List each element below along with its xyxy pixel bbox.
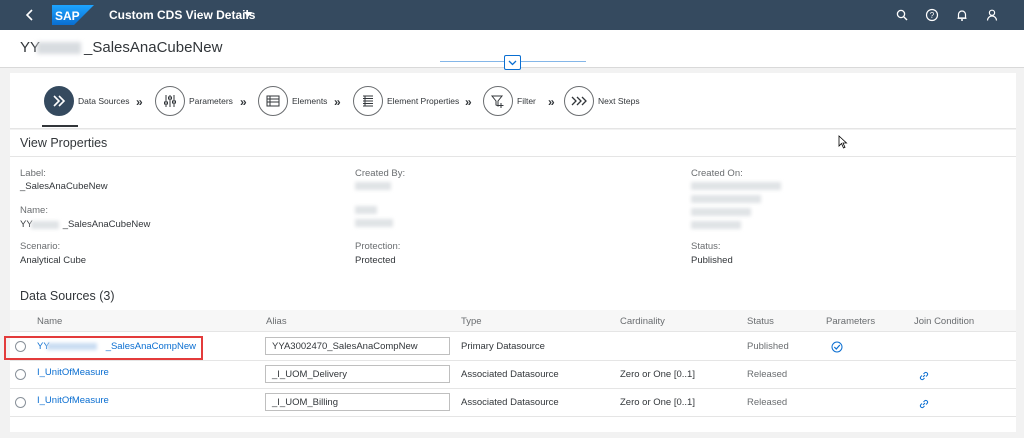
status-cell: Released bbox=[747, 369, 788, 380]
back-icon[interactable] bbox=[22, 7, 38, 23]
type-cell: Associated Datasource bbox=[461, 397, 559, 408]
label-field-value: _SalesAnaCubeNew bbox=[20, 181, 108, 192]
chevron-down-icon bbox=[508, 60, 517, 66]
alias-input[interactable]: _I_UOM_Delivery bbox=[265, 365, 450, 383]
chevron-down-icon[interactable] bbox=[244, 12, 252, 18]
status-cell: Published bbox=[747, 341, 789, 352]
app-title[interactable]: Custom CDS View Details bbox=[109, 8, 255, 22]
step-separator: » bbox=[548, 95, 555, 109]
redacted-text bbox=[691, 208, 751, 216]
search-icon[interactable] bbox=[895, 8, 909, 22]
step-element-properties[interactable]: Element Properties bbox=[353, 85, 459, 117]
protection-value: Protected bbox=[355, 255, 396, 266]
table-row[interactable]: I_UnitOfMeasure _I_UOM_Billing Associate… bbox=[10, 389, 1016, 417]
redacted-text bbox=[37, 42, 81, 54]
row-select-radio[interactable] bbox=[15, 397, 26, 408]
column-header-parameters[interactable]: Parameters bbox=[826, 316, 875, 327]
collapse-header-button[interactable] bbox=[504, 55, 521, 70]
status-label: Status: bbox=[691, 241, 721, 252]
step-label: Data Sources bbox=[78, 96, 130, 106]
status-value: Published bbox=[691, 255, 733, 266]
step-label: Elements bbox=[292, 96, 328, 106]
redacted-text bbox=[691, 195, 761, 203]
column-header-join-condition[interactable]: Join Condition bbox=[914, 316, 974, 327]
scenario-field-label: Scenario: bbox=[20, 241, 61, 252]
table-row[interactable]: I_UnitOfMeasure _I_UOM_Delivery Associat… bbox=[10, 361, 1016, 389]
element-properties-icon bbox=[353, 86, 383, 116]
help-icon[interactable]: ? bbox=[925, 8, 939, 22]
sap-logo[interactable]: SAP bbox=[52, 5, 94, 25]
protection-label: Protection: bbox=[355, 241, 401, 252]
main-panel: View Properties Label: _SalesAnaCubeNew … bbox=[10, 130, 1016, 432]
step-label: Parameters bbox=[189, 96, 233, 106]
column-header-cardinality[interactable]: Cardinality bbox=[620, 316, 665, 327]
step-data-sources[interactable]: Data Sources bbox=[44, 85, 130, 117]
step-label: Next Steps bbox=[598, 96, 640, 106]
filter-icon bbox=[483, 86, 513, 116]
link-icon[interactable] bbox=[918, 398, 930, 410]
column-header-alias[interactable]: Alias bbox=[266, 316, 287, 327]
data-sources-icon bbox=[44, 86, 74, 116]
type-cell: Associated Datasource bbox=[461, 369, 559, 380]
created-by-label: Created By: bbox=[355, 168, 406, 179]
cardinality-cell: Zero or One [0..1] bbox=[620, 397, 695, 408]
view-properties-title: View Properties bbox=[20, 136, 108, 150]
table-row[interactable]: YY _SalesAnaCompNew YYA3002470_SalesAnaCo… bbox=[10, 333, 1016, 361]
active-step-indicator bbox=[42, 125, 78, 127]
alias-input[interactable]: YYA3002470_SalesAnaCompNew bbox=[265, 337, 450, 355]
redacted-text bbox=[31, 221, 59, 229]
shell-bar: SAP Custom CDS View Details ? bbox=[0, 0, 1024, 30]
check-icon bbox=[831, 341, 843, 353]
datasource-name-link[interactable]: I_UnitOfMeasure bbox=[37, 395, 109, 406]
step-separator: » bbox=[465, 95, 472, 109]
mouse-cursor-icon bbox=[838, 135, 848, 149]
column-header-type[interactable]: Type bbox=[461, 316, 482, 327]
step-label: Filter bbox=[517, 96, 536, 106]
row-select-radio[interactable] bbox=[15, 341, 26, 352]
section-divider bbox=[10, 156, 1016, 157]
label-field-label: Label: bbox=[20, 168, 46, 179]
next-steps-icon bbox=[564, 86, 594, 116]
scenario-field-value: Analytical Cube bbox=[20, 255, 87, 266]
row-select-radio[interactable] bbox=[15, 369, 26, 380]
created-on-label: Created On: bbox=[691, 168, 743, 179]
redacted-text bbox=[691, 221, 741, 229]
step-separator: » bbox=[240, 95, 247, 109]
datasource-name-link[interactable]: I_UnitOfMeasure bbox=[37, 367, 109, 378]
cardinality-cell: Zero or One [0..1] bbox=[620, 369, 695, 380]
svg-text:?: ? bbox=[930, 11, 935, 20]
svg-text:SAP: SAP bbox=[55, 9, 80, 23]
user-icon[interactable] bbox=[985, 8, 999, 22]
step-separator: » bbox=[136, 95, 143, 109]
step-parameters[interactable]: Parameters bbox=[155, 85, 233, 117]
redacted-text bbox=[355, 182, 391, 190]
alias-input[interactable]: _I_UOM_Billing bbox=[265, 393, 450, 411]
step-filter[interactable]: Filter bbox=[483, 85, 536, 117]
bell-icon[interactable] bbox=[955, 8, 969, 22]
wizard-steps: Data Sources » Parameters » Elements » E… bbox=[10, 73, 1016, 129]
name-field-label: Name: bbox=[20, 205, 48, 216]
redacted-text bbox=[355, 206, 377, 214]
step-label: Element Properties bbox=[387, 96, 460, 106]
elements-icon bbox=[258, 86, 288, 116]
column-header-name[interactable]: Name bbox=[37, 316, 62, 327]
table-header: Name Alias Type Cardinality Status Param… bbox=[10, 310, 1016, 332]
redacted-text bbox=[355, 219, 393, 227]
step-next-steps[interactable]: Next Steps bbox=[564, 85, 640, 117]
data-sources-title: Data Sources (3) bbox=[20, 289, 115, 303]
step-separator: » bbox=[334, 95, 341, 109]
redacted-text bbox=[691, 182, 781, 190]
link-icon[interactable] bbox=[918, 370, 930, 382]
column-header-status[interactable]: Status bbox=[747, 316, 774, 327]
step-elements[interactable]: Elements bbox=[258, 85, 327, 117]
status-cell: Released bbox=[747, 397, 788, 408]
parameters-icon bbox=[155, 86, 185, 116]
type-cell: Primary Datasource bbox=[461, 341, 545, 352]
redacted-text bbox=[47, 343, 97, 350]
